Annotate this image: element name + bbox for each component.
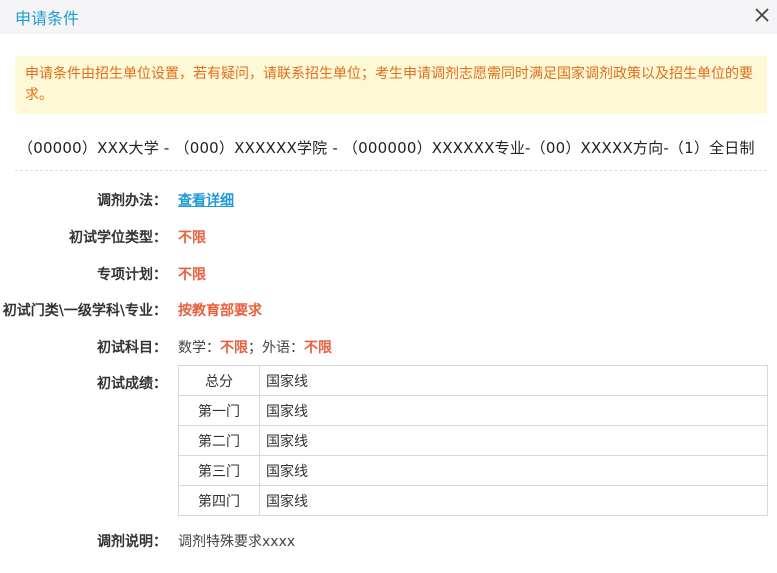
- dialog-header: 申请条件: [0, 0, 777, 34]
- score-item-name: 第二门: [178, 425, 260, 456]
- math-value: 不限: [220, 340, 248, 356]
- method-label: 调剂办法：: [97, 193, 167, 209]
- score-item-value: 国家线: [259, 455, 768, 486]
- close-icon[interactable]: [754, 7, 770, 23]
- special-plan-value: 不限: [178, 267, 206, 283]
- math-label: 数学：: [178, 340, 220, 356]
- table-row: 第二门 国家线: [178, 425, 768, 456]
- scores-label: 初试成绩：: [97, 376, 167, 392]
- program-path: （00000）XXX大学 - （000）XXXXXX学院 - （000000）X…: [18, 139, 755, 157]
- subject-category-value: 按教育部要求: [178, 303, 262, 319]
- subject-category-label: 初试门类\一级学科\专业：: [2, 303, 167, 319]
- note-label: 调剂说明：: [97, 534, 167, 550]
- scores-table: 总分 国家线 第一门 国家线 第二门 国家线 第三门 国家线 第四门 国家线: [178, 365, 768, 516]
- view-details-link[interactable]: 查看详细: [178, 190, 234, 210]
- table-row: 第一门 国家线: [178, 395, 768, 426]
- score-item-value: 国家线: [259, 485, 768, 516]
- divider: [15, 170, 767, 171]
- language-label: 外语：: [262, 340, 304, 356]
- score-item-value: 国家线: [259, 395, 768, 426]
- dialog-title: 申请条件: [15, 9, 80, 28]
- special-plan-label: 专项计划：: [97, 267, 167, 283]
- exam-subjects-value: 数学：不限；外语：不限: [178, 337, 332, 357]
- degree-type-label: 初试学位类型：: [69, 230, 167, 246]
- table-row: 总分 国家线: [178, 365, 768, 396]
- table-row: 第三门 国家线: [178, 455, 768, 486]
- score-item-name: 第三门: [178, 455, 260, 486]
- score-item-name: 第一门: [178, 395, 260, 426]
- exam-subjects-label: 初试科目：: [97, 340, 167, 356]
- subject-separator: ；: [248, 340, 262, 356]
- score-item-value: 国家线: [259, 365, 768, 396]
- note-value: 调剂特殊要求xxxx: [178, 534, 296, 550]
- table-row: 第四门 国家线: [178, 485, 768, 516]
- score-item-value: 国家线: [259, 425, 768, 456]
- language-value: 不限: [304, 340, 332, 356]
- notice-banner: 申请条件由招生单位设置，若有疑问，请联系招生单位；考生申请调剂志愿需同时满足国家…: [15, 56, 767, 114]
- degree-type-value: 不限: [178, 230, 206, 246]
- score-item-name: 第四门: [178, 485, 260, 516]
- score-item-name: 总分: [178, 365, 260, 396]
